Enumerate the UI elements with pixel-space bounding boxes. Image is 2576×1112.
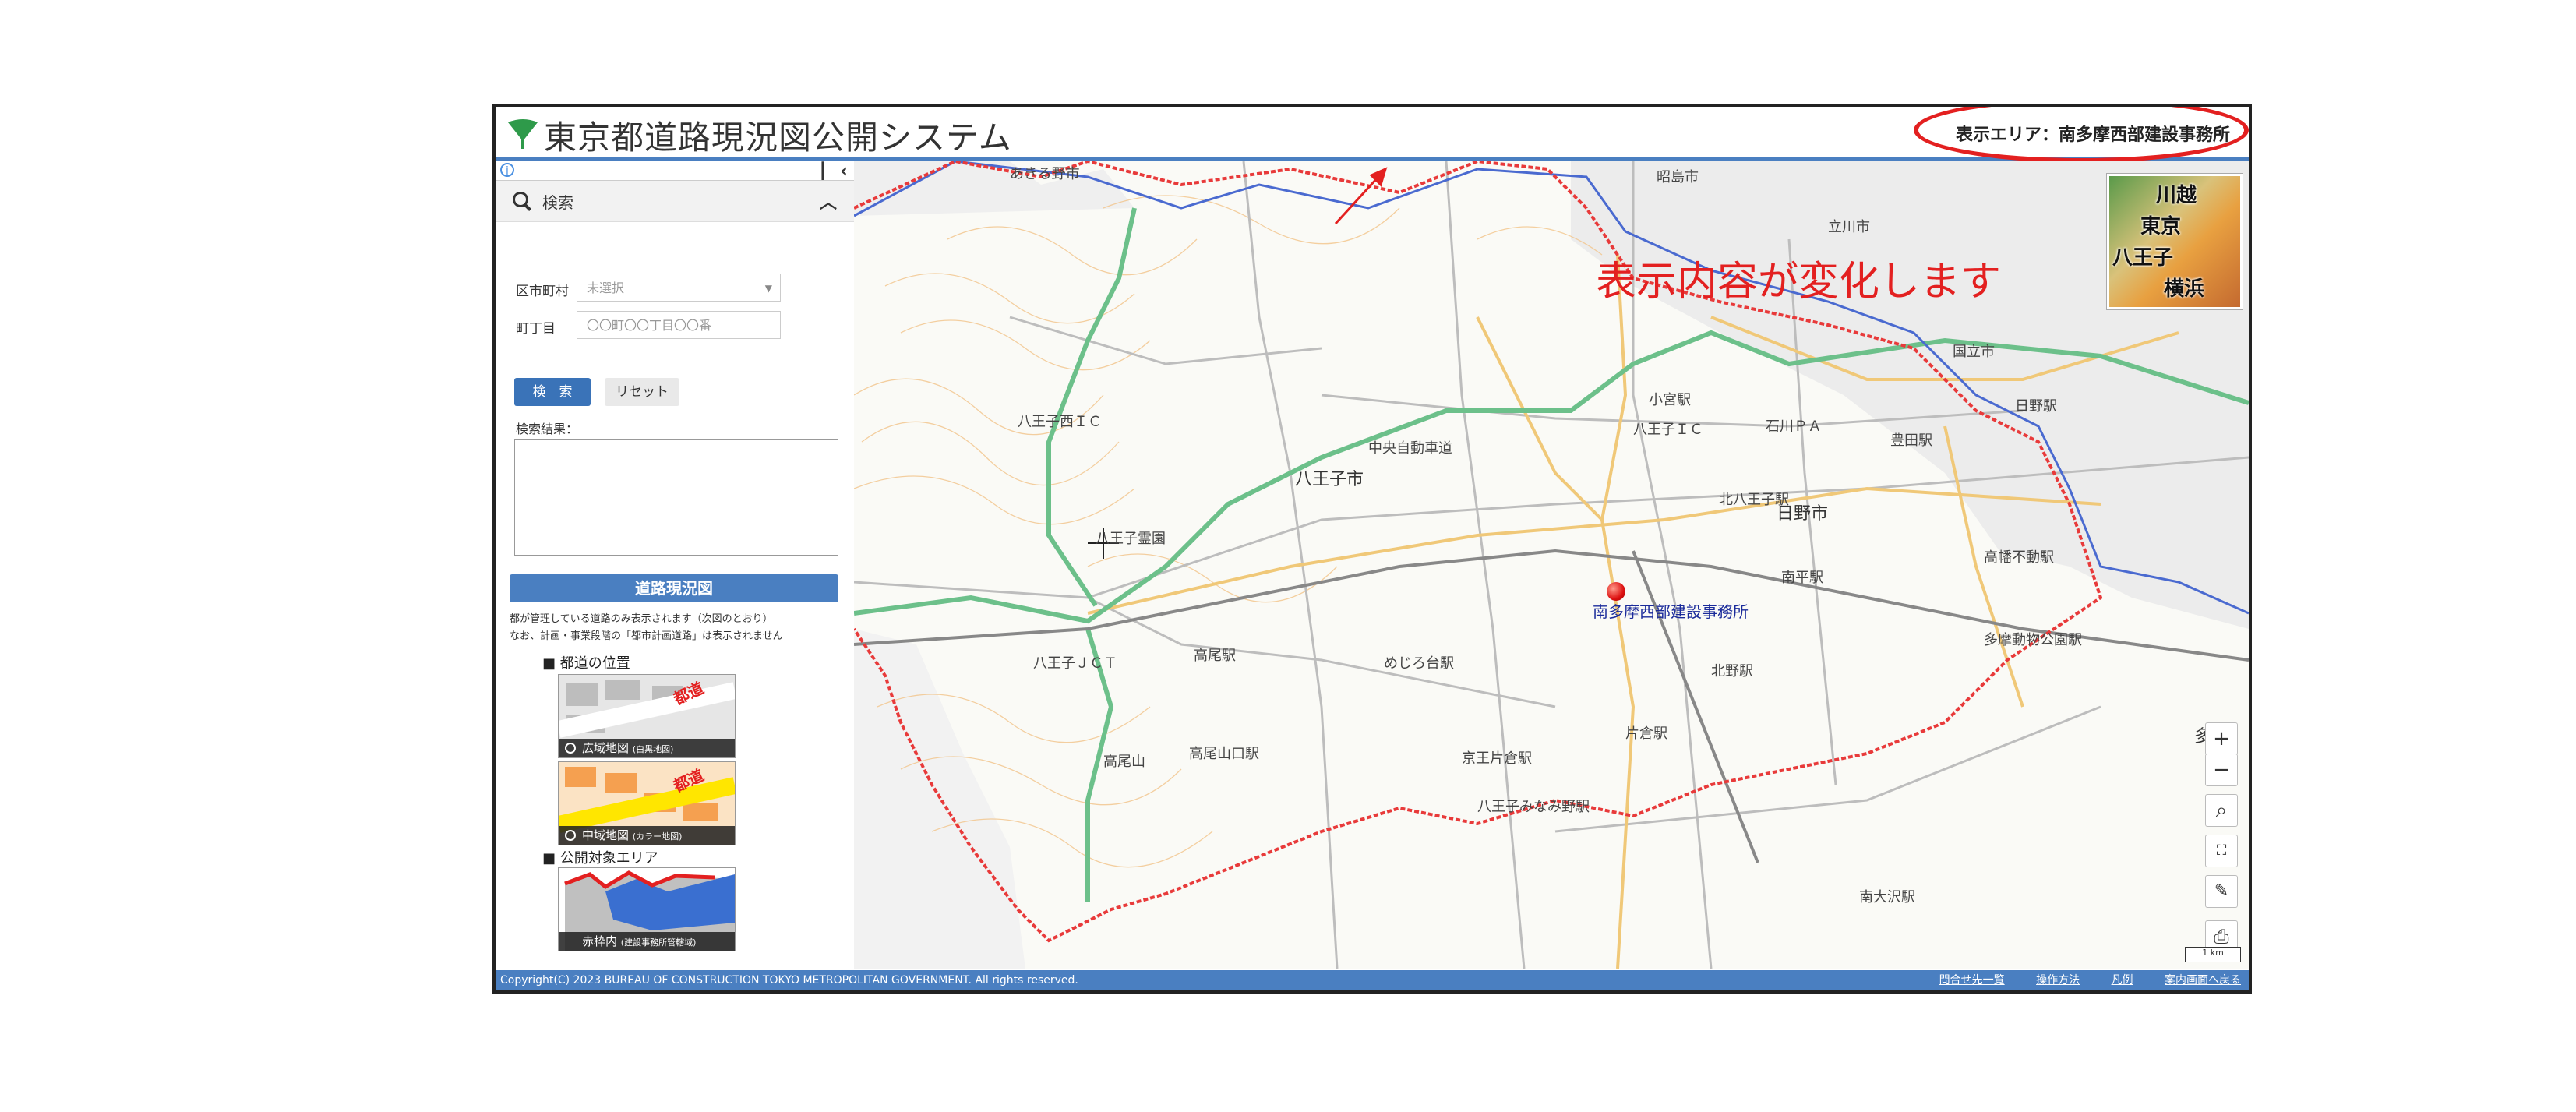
place-toyoda: 豊田駅	[1890, 432, 1932, 449]
office-marker-icon[interactable]	[1607, 582, 1625, 601]
place-kita-hachioji: 北八王子駅	[1719, 492, 1789, 508]
inset-label-yokohama: 横浜	[2164, 277, 2205, 301]
legend-note-2: なお、計画・事業段階の「都市計画道路」は表示されません	[510, 630, 783, 642]
place-chuo-expressway: 中央自動車道	[1368, 440, 1452, 457]
thumb-mid-map[interactable]: 都道 中域地図 (カラー地図)	[558, 761, 736, 845]
place-ishikawa-pa: 石川ＰＡ	[1766, 418, 1822, 435]
link-legend[interactable]: 凡例	[2112, 974, 2133, 987]
municipality-value: 未選択	[587, 281, 625, 295]
municipality-select[interactable]: 未選択 ▼	[577, 274, 781, 302]
thumb-wide-map[interactable]: 都道 広域地図 (白黒地図)	[558, 674, 736, 758]
place-minamino: 八王子みなみ野駅	[1477, 799, 1590, 815]
place-reien: 八王子霊園	[1096, 531, 1166, 547]
place-minamidaira: 南平駅	[1781, 570, 1823, 586]
place-kitano: 北野駅	[1711, 663, 1753, 680]
magnifier-icon: ⌕	[2215, 799, 2228, 822]
map-canvas[interactable]: 八王子市 日野市 昭島市 立川市 国立市 八王子西ＩＣ 八王子ＪＣＴ 八王子霊園…	[854, 161, 2249, 969]
place-takahatafudo: 高幡不動駅	[1984, 549, 2054, 566]
zoom-out-button[interactable]: −	[2205, 754, 2238, 786]
section-road-position: ■ 都道の位置	[542, 655, 630, 672]
search-panel: i ┃ ‹ 検索 ︿ 区市町村 未選択 ▼ 町丁目 〇〇町〇〇丁目〇〇番 検 索…	[496, 160, 856, 969]
footer-links: 問合せ先一覧 操作方法 凡例 案内画面へ戻る	[1911, 970, 2241, 990]
tokyo-ginkgo-logo-icon	[508, 119, 538, 149]
place-keio-katakura: 京王片倉駅	[1462, 750, 1532, 767]
place-akiruno: あきる野市	[1010, 166, 1080, 182]
fullscreen-button[interactable]: ⛶	[2205, 835, 2238, 867]
place-hino-station: 日野駅	[2015, 398, 2057, 415]
thumb-area-caption: 赤枠内 (建設事務所管轄域)	[559, 932, 735, 951]
place-katakura: 片倉駅	[1625, 725, 1667, 742]
place-komiya: 小宮駅	[1649, 392, 1691, 408]
place-hachioji-ic: 八王子ＩＣ	[1633, 422, 1703, 438]
app-header: 東京都道路現況図公開システム 表示エリア：南多摩西部建設事務所	[496, 107, 2249, 163]
legend-title: 道路現況図	[510, 574, 838, 602]
town-input[interactable]: 〇〇町〇〇丁目〇〇番	[577, 311, 781, 339]
town-label: 町丁目	[516, 321, 556, 337]
inset-label-hachioji: 八王子	[2112, 246, 2174, 270]
thumb-area-map[interactable]: 赤枠内 (建設事務所管轄域)	[558, 867, 736, 951]
info-icon[interactable]: i	[500, 163, 514, 178]
place-hachioji-city: 八王子市	[1295, 470, 1364, 489]
pin-icon[interactable]: ┃	[818, 161, 827, 180]
place-kunitachi: 国立市	[1953, 344, 1995, 360]
link-contacts[interactable]: 問合せ先一覧	[1939, 974, 2005, 987]
place-hachioji-jct: 八王子ＪＣＴ	[1033, 655, 1117, 672]
chevron-down-icon: ▼	[764, 283, 772, 294]
municipality-label: 区市町村	[516, 284, 569, 299]
link-back[interactable]: 案内画面へ戻る	[2165, 974, 2241, 987]
app-title: 東京都道路現況図公開システム	[544, 118, 1012, 157]
legend-note-1: 都が管理している道路のみ表示されます（次図のとおり）	[510, 613, 773, 625]
inset-label-kawagoe: 川越	[2156, 184, 2197, 207]
place-takao-station: 高尾駅	[1194, 648, 1236, 664]
zoom-out-icon	[565, 830, 576, 841]
inset-label-tokyo: 東京	[2140, 215, 2182, 238]
thumb-wide-caption: 広域地図 (白黒地図)	[559, 739, 735, 757]
search-icon	[513, 192, 528, 207]
overview-inset-map[interactable]: 川越 東京 八王子 横浜	[2107, 174, 2243, 309]
app-window: 東京都道路現況図公開システム 表示エリア：南多摩西部建設事務所 i ┃ ‹ 検索…	[492, 104, 2252, 994]
fullscreen-icon: ⛶	[2216, 842, 2227, 859]
place-akishima: 昭島市	[1657, 169, 1699, 185]
result-list[interactable]	[514, 439, 838, 556]
footer: Copyright(C) 2023 BUREAU OF CONSTRUCTION…	[496, 970, 2249, 990]
panel-toolbar: i ┃ ‹	[496, 160, 854, 182]
draw-button[interactable]: ✎	[2205, 875, 2238, 908]
thumb-mid-caption: 中域地図 (カラー地図)	[559, 826, 735, 845]
scale-bar: 1 km	[2185, 947, 2241, 962]
copyright: Copyright(C) 2023 BUREAU OF CONSTRUCTION…	[500, 974, 1078, 987]
search-section-header[interactable]: 検索 ︿	[496, 181, 854, 222]
place-takaosanguchi-station: 高尾山口駅	[1189, 746, 1259, 762]
search-section-title: 検索	[542, 193, 573, 212]
pencil-icon: ✎	[2214, 881, 2229, 901]
place-takao: 高尾山	[1103, 754, 1145, 770]
place-tachikawa: 立川市	[1828, 219, 1870, 235]
search-button[interactable]: 検 索	[514, 378, 591, 406]
zoom-out-icon	[565, 743, 576, 754]
link-howto[interactable]: 操作方法	[2036, 974, 2080, 987]
place-minami-osawa: 南大沢駅	[1859, 889, 1915, 905]
callout-annotation: 表示内容が変化します	[1596, 259, 2002, 305]
printer-icon: ⎙	[2214, 926, 2229, 948]
office-label[interactable]: 南多摩西部建設事務所	[1593, 599, 1749, 622]
section-public-area: ■ 公開対象エリア	[542, 850, 658, 867]
highlight-oval	[1914, 107, 2249, 163]
collapse-panel-icon[interactable]: ‹	[840, 160, 848, 182]
zoom-in-button[interactable]: +	[2205, 722, 2238, 755]
place-mejirodai: めじろ台駅	[1384, 655, 1454, 672]
result-label: 検索結果：	[516, 422, 579, 436]
place-hachioji-nishi-ic: 八王子西ＩＣ	[1018, 414, 1102, 430]
reset-button[interactable]: リセット	[605, 378, 679, 406]
place-tama-zoo: 多摩動物公園駅	[1984, 632, 2082, 648]
search-map-button[interactable]: ⌕	[2205, 794, 2238, 827]
chevron-up-icon[interactable]: ︿	[820, 189, 837, 214]
